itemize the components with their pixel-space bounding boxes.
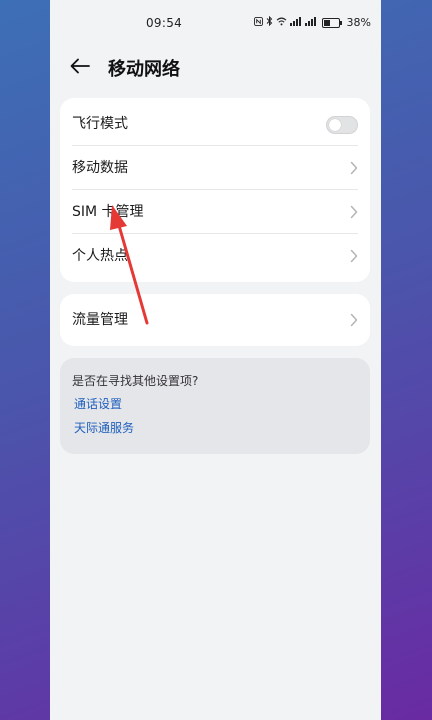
personal-hotspot-row[interactable]: 个人热点 <box>60 234 370 278</box>
status-icons: 38% <box>253 15 371 29</box>
page-title: 移动网络 <box>108 59 180 80</box>
status-time: 09:54 <box>146 16 183 30</box>
traffic-management-label: 流量管理 <box>72 312 128 328</box>
sim-card-management-label: SIM 卡管理 <box>72 204 144 220</box>
signal-sim2-icon <box>304 16 317 29</box>
phone-screen: 09:54 38% 移动网络 飞行模式 移动数据 SIM 卡管理 个人热点 流量… <box>50 0 381 720</box>
nfc-icon <box>253 16 263 29</box>
signal-sim1-icon <box>289 16 302 29</box>
airplane-mode-label: 飞行模式 <box>72 116 128 132</box>
mobile-data-label: 移动数据 <box>72 160 128 176</box>
page-header: 移动网络 <box>50 46 381 86</box>
chevron-right-icon <box>350 205 358 219</box>
battery-icon <box>321 17 342 28</box>
back-button[interactable] <box>66 52 94 80</box>
wifi-icon <box>276 17 287 29</box>
bluetooth-icon <box>266 15 273 29</box>
chevron-right-icon <box>350 313 358 327</box>
settings-group-traffic: 流量管理 <box>60 294 370 346</box>
airplane-mode-row[interactable]: 飞行模式 <box>60 102 370 146</box>
chevron-right-icon <box>350 249 358 263</box>
call-settings-link[interactable]: 通话设置 <box>74 395 122 412</box>
mobile-data-row[interactable]: 移动数据 <box>60 146 370 190</box>
toggle-knob <box>329 119 341 131</box>
status-bar: 09:54 38% <box>50 0 381 46</box>
settings-group-connectivity: 飞行模式 移动数据 SIM 卡管理 个人热点 <box>60 98 370 282</box>
traffic-management-row[interactable]: 流量管理 <box>60 298 370 342</box>
suggestions-question: 是否在寻找其他设置项? <box>72 374 199 388</box>
chevron-right-icon <box>350 161 358 175</box>
personal-hotspot-label: 个人热点 <box>72 248 128 264</box>
tianjitong-service-link[interactable]: 天际通服务 <box>74 419 134 436</box>
suggestions-panel: 是否在寻找其他设置项? 通话设置 天际通服务 <box>60 358 370 454</box>
sim-card-management-row[interactable]: SIM 卡管理 <box>60 190 370 234</box>
battery-percent: 38% <box>346 16 371 29</box>
airplane-mode-toggle[interactable] <box>326 116 358 134</box>
back-arrow-icon <box>70 58 90 74</box>
